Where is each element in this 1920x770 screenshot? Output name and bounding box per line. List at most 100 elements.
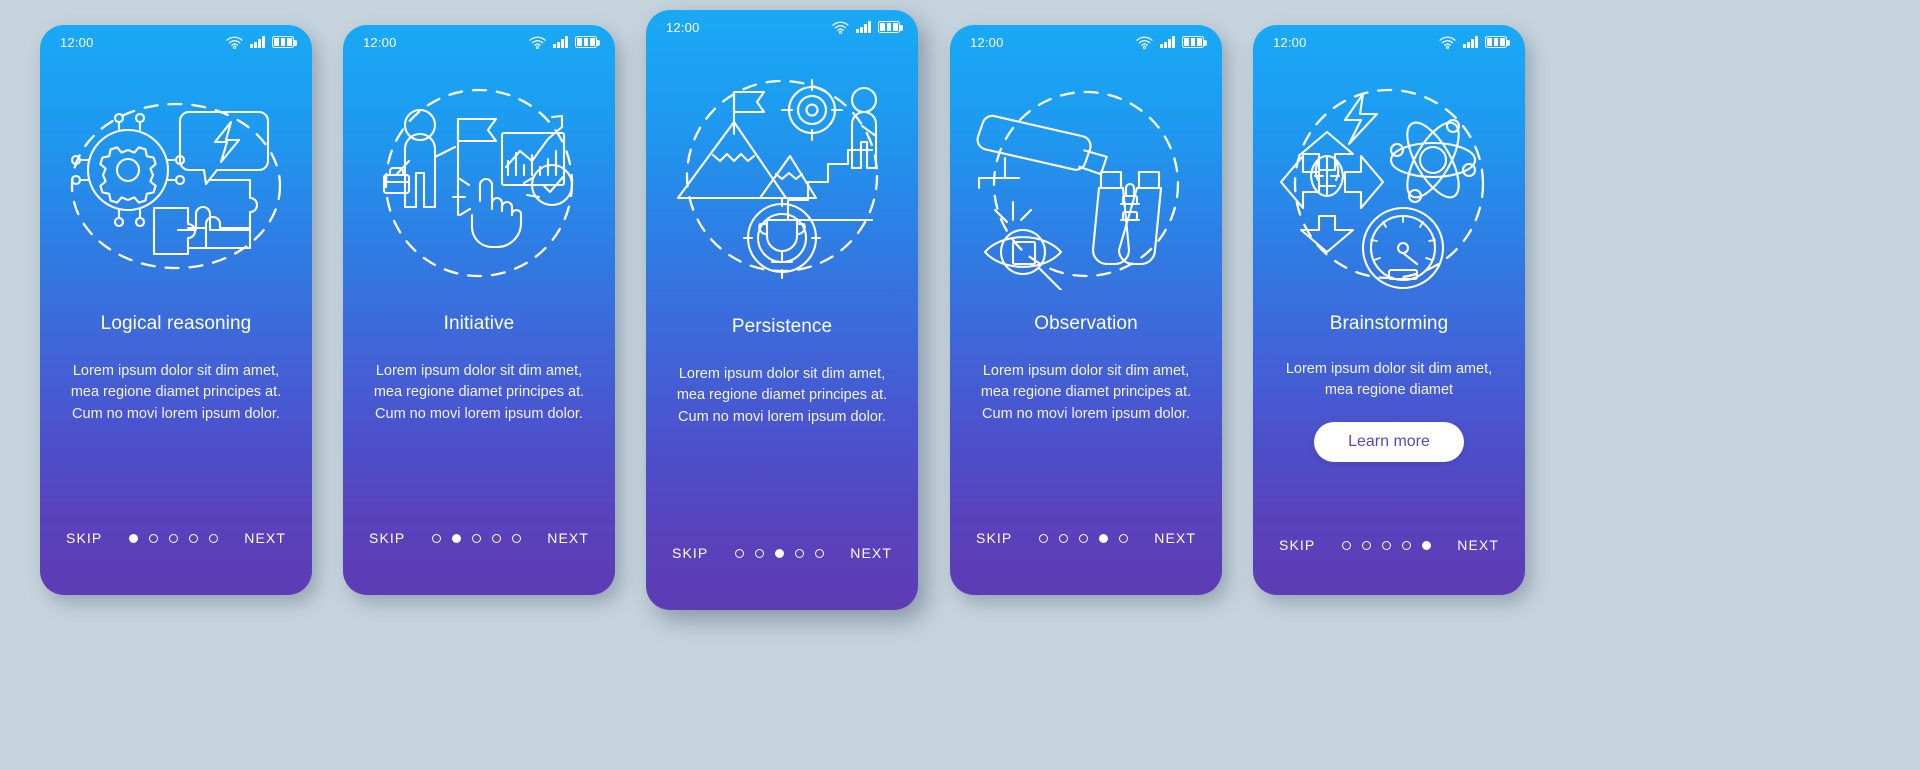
screen-copy: Brainstorming Lorem ipsum dolor sit dim … xyxy=(1253,309,1525,517)
illustration-gear-network-lightning-puzzle xyxy=(40,59,312,309)
pagination-dots xyxy=(128,533,218,543)
pagination-dot[interactable] xyxy=(794,548,804,558)
page-description: Lorem ipsum dolor sit dim amet, mea regi… xyxy=(676,366,888,425)
pagination-dot[interactable] xyxy=(774,548,784,558)
bottom-nav: SKIP NEXT xyxy=(646,518,918,610)
pagination-dot[interactable] xyxy=(754,548,764,558)
cellular-signal-icon xyxy=(856,21,871,33)
pagination-dots xyxy=(431,533,521,543)
skip-button[interactable]: SKIP xyxy=(976,530,1012,546)
cellular-signal-icon xyxy=(553,36,568,48)
onboarding-screen-brainstorming: 12:00 Brainstorming Lorem ipsum dolor si… xyxy=(1253,25,1525,595)
bottom-nav: SKIP NEXT xyxy=(950,503,1222,595)
status-bar: 12:00 xyxy=(1253,25,1525,59)
pagination-dot[interactable] xyxy=(1401,540,1411,550)
bottom-nav: SKIP NEXT xyxy=(343,503,615,595)
status-bar-icons xyxy=(1439,36,1510,49)
onboarding-screen-persistence: 12:00 Persistence Lorem ipsum dolor sit … xyxy=(646,10,918,610)
status-bar-icons xyxy=(832,21,903,34)
pagination-dot[interactable] xyxy=(1361,540,1371,550)
page-description: Lorem ipsum dolor sit dim amet, mea regi… xyxy=(1285,361,1493,399)
status-bar-clock: 12:00 xyxy=(970,34,1004,50)
status-bar-icons xyxy=(1136,36,1207,49)
onboarding-screens-board: 12:00 Logical reasoning Lorem ipsum dolo… xyxy=(0,0,1920,770)
wifi-icon xyxy=(1136,36,1153,49)
pagination-dot[interactable] xyxy=(451,533,461,543)
status-bar-clock: 12:00 xyxy=(60,34,94,50)
pagination-dot[interactable] xyxy=(471,533,481,543)
status-bar: 12:00 xyxy=(950,25,1222,59)
pagination-dot[interactable] xyxy=(1421,540,1431,550)
page-description: Lorem ipsum dolor sit dim amet, mea regi… xyxy=(980,363,1192,422)
next-button[interactable]: NEXT xyxy=(850,545,892,561)
page-description: Lorem ipsum dolor sit dim amet, mea regi… xyxy=(373,363,585,422)
status-bar-icons xyxy=(226,36,297,49)
bottom-nav: SKIP NEXT xyxy=(1253,517,1525,595)
pagination-dot[interactable] xyxy=(734,548,744,558)
status-bar-clock: 12:00 xyxy=(666,19,700,35)
pagination-dot[interactable] xyxy=(511,533,521,543)
page-title: Brainstorming xyxy=(1329,313,1449,334)
page-description: Lorem ipsum dolor sit dim amet, mea regi… xyxy=(70,363,282,422)
onboarding-screen-observation: 12:00 Observation Lorem ipsum dolor sit … xyxy=(950,25,1222,595)
status-bar: 12:00 xyxy=(646,10,918,44)
pagination-dot[interactable] xyxy=(814,548,824,558)
pagination-dots xyxy=(734,548,824,558)
pagination-dot[interactable] xyxy=(491,533,501,543)
next-button[interactable]: NEXT xyxy=(244,530,286,546)
illustration-cctv-binoculars-eye-magnifier xyxy=(950,59,1222,309)
illustration-mountain-target-stairs-trophy xyxy=(646,44,918,306)
cellular-signal-icon xyxy=(250,36,265,48)
cellular-signal-icon xyxy=(1463,36,1478,48)
battery-icon xyxy=(878,21,903,33)
status-bar-clock: 12:00 xyxy=(1273,34,1307,50)
page-title: Observation xyxy=(1034,313,1138,334)
next-button[interactable]: NEXT xyxy=(1154,530,1196,546)
wifi-icon xyxy=(529,36,546,49)
page-title: Initiative xyxy=(443,313,515,334)
screen-copy: Observation Lorem ipsum dolor sit dim am… xyxy=(950,309,1222,503)
page-title: Logical reasoning xyxy=(100,313,252,334)
battery-icon xyxy=(1485,36,1510,48)
bottom-nav: SKIP NEXT xyxy=(40,503,312,595)
pagination-dot[interactable] xyxy=(1038,533,1048,543)
pagination-dot[interactable] xyxy=(188,533,198,543)
skip-button[interactable]: SKIP xyxy=(369,530,405,546)
status-bar-icons xyxy=(529,36,600,49)
screen-copy: Persistence Lorem ipsum dolor sit dim am… xyxy=(646,306,918,518)
illustration-brain-arrows-atom-gauge-lightning xyxy=(1253,59,1525,309)
illustration-person-flag-chart-hand xyxy=(343,59,615,309)
battery-icon xyxy=(272,36,297,48)
pagination-dot[interactable] xyxy=(128,533,138,543)
skip-button[interactable]: SKIP xyxy=(672,545,708,561)
wifi-icon xyxy=(832,21,849,34)
wifi-icon xyxy=(226,36,243,49)
battery-icon xyxy=(575,36,600,48)
pagination-dot[interactable] xyxy=(1118,533,1128,543)
pagination-dot[interactable] xyxy=(148,533,158,543)
pagination-dot[interactable] xyxy=(1381,540,1391,550)
screen-copy: Initiative Lorem ipsum dolor sit dim ame… xyxy=(343,309,615,503)
cellular-signal-icon xyxy=(1160,36,1175,48)
pagination-dot[interactable] xyxy=(1341,540,1351,550)
pagination-dot[interactable] xyxy=(1078,533,1088,543)
onboarding-screen-initiative: 12:00 Initiative Lorem ipsum dolor sit d… xyxy=(343,25,615,595)
pagination-dots xyxy=(1341,540,1431,550)
skip-button[interactable]: SKIP xyxy=(1279,537,1315,553)
pagination-dot[interactable] xyxy=(431,533,441,543)
pagination-dot[interactable] xyxy=(1058,533,1068,543)
next-button[interactable]: NEXT xyxy=(1457,537,1499,553)
pagination-dot[interactable] xyxy=(208,533,218,543)
status-bar: 12:00 xyxy=(343,25,615,59)
page-title: Persistence xyxy=(731,316,833,337)
wifi-icon xyxy=(1439,36,1456,49)
learn-more-button[interactable]: Learn more xyxy=(1314,421,1464,462)
status-bar-clock: 12:00 xyxy=(363,34,397,50)
pagination-dots xyxy=(1038,533,1128,543)
screen-copy: Logical reasoning Lorem ipsum dolor sit … xyxy=(40,309,312,503)
next-button[interactable]: NEXT xyxy=(547,530,589,546)
battery-icon xyxy=(1182,36,1207,48)
skip-button[interactable]: SKIP xyxy=(66,530,102,546)
pagination-dot[interactable] xyxy=(168,533,178,543)
pagination-dot[interactable] xyxy=(1098,533,1108,543)
